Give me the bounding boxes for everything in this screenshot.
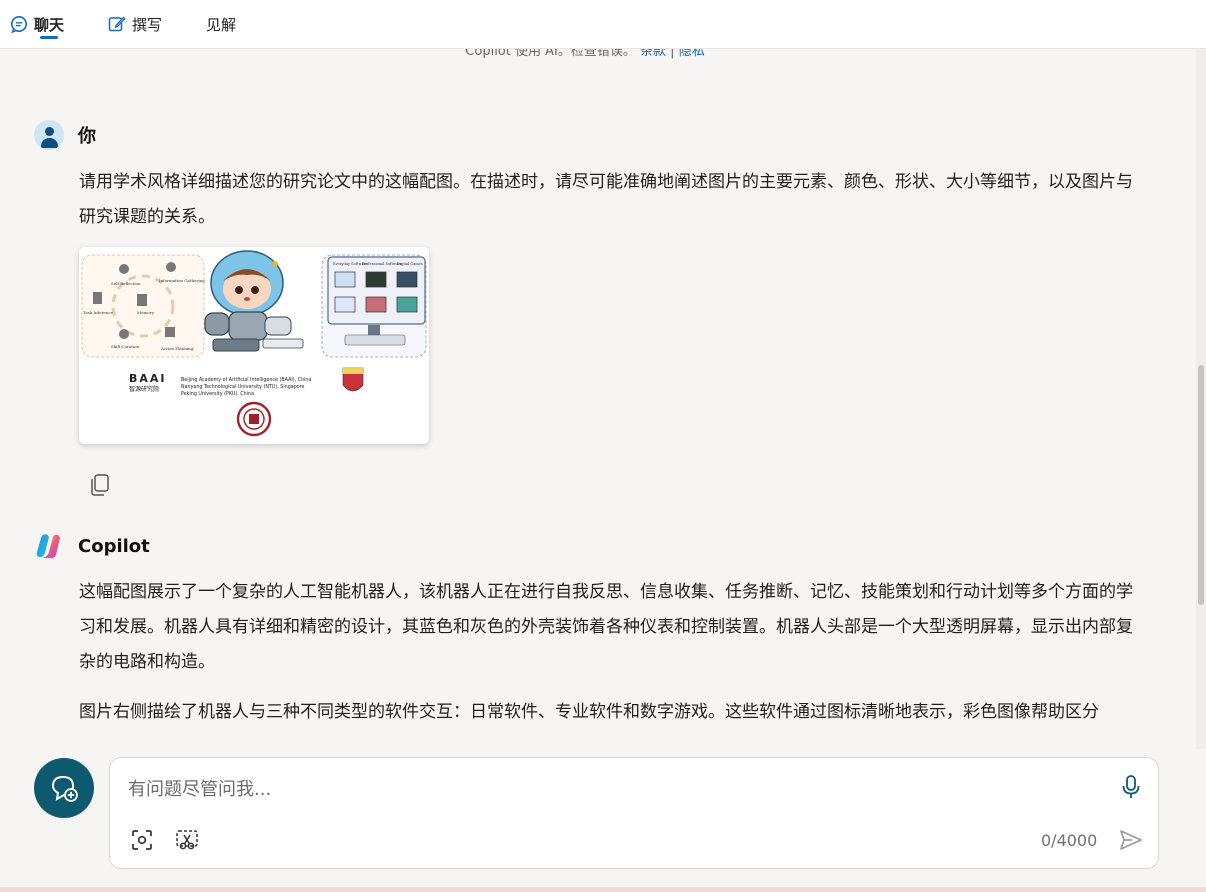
tab-insights-label: 见解 <box>206 15 237 34</box>
chat-scroll-area: Copilot 使用 AI。检查错误。 条款 | 隐私 你 请用学术风格详细描述… <box>0 49 1196 749</box>
user-speaker-name: 你 <box>78 126 96 147</box>
top-tab-bar: 聊天 撰写 见解 <box>0 0 1206 49</box>
copilot-message-paragraph: 图片右侧描绘了机器人与三种不同类型的软件交互：日常软件、专业软件和数字游戏。这些… <box>79 702 1099 722</box>
disclaimer-separator: | <box>670 49 675 59</box>
compose-icon <box>108 16 126 32</box>
tab-chat[interactable]: 聊天 <box>10 0 64 49</box>
baai-logo-subtext: 智源研究院 <box>129 385 159 393</box>
active-tab-indicator <box>40 35 58 39</box>
send-icon[interactable] <box>1119 829 1143 851</box>
copilot-speaker-name: Copilot <box>78 535 150 557</box>
figure-label-information-gathering: Information Gathering <box>159 278 205 283</box>
tab-compose-label: 撰写 <box>132 15 163 34</box>
new-chat-icon <box>51 775 78 802</box>
user-message-text: 请用学术风格详细描述您的研究论文中的这幅配图。在描述时，请尽可能准确地阐述图片的… <box>79 172 1133 227</box>
figure-label-professional-software: Professional Software <box>362 262 402 266</box>
character-counter: 0/4000 <box>1041 831 1098 850</box>
tab-chat-label: 聊天 <box>34 15 65 34</box>
pku-seal-icon <box>236 401 272 437</box>
figure-label-self-reflection: Self-Reflection <box>111 281 141 286</box>
copy-icon[interactable] <box>89 473 111 497</box>
ntu-crest-icon <box>342 367 364 392</box>
image-search-icon[interactable] <box>131 829 153 851</box>
figure-illustration: Self-Reflection Information Gathering Ta… <box>79 247 429 444</box>
copilot-speaker-header: Copilot <box>34 531 150 561</box>
baai-logo-text: BAAI <box>129 372 167 385</box>
figure-label-task-inference: Task Inference <box>83 310 114 315</box>
institution-baai: Beijing Academy of Artificial Intelligen… <box>181 377 311 383</box>
chat-input[interactable] <box>128 774 1088 804</box>
tab-insights[interactable]: 见解 <box>206 0 236 49</box>
disclaimer-text: Copilot 使用 AI。检查错误。 <box>465 49 636 59</box>
figure-label-skill-curation: Skill Curation <box>111 344 140 349</box>
copilot-message-paragraph: 这幅配图展示了一个复杂的人工智能机器人，该机器人正在进行自我反思、信息收集、任务… <box>79 582 1133 672</box>
disclaimer: Copilot 使用 AI。检查错误。 条款 | 隐私 <box>0 49 1170 59</box>
scrollbar-thumb[interactable] <box>1198 365 1204 605</box>
figure-label-digital-games: Digital Games <box>397 262 423 266</box>
screenshot-snip-icon[interactable] <box>175 829 199 851</box>
institution-ntu: Nanyang Technological University (NTU), … <box>181 384 305 390</box>
figure-label-memory: Memory <box>137 310 155 315</box>
chat-input-box: 0/4000 <box>109 757 1159 869</box>
institution-pku: Peking University (PKU), China <box>181 391 254 397</box>
privacy-link[interactable]: 隐私 <box>679 49 705 59</box>
figure-label-action-planning: Action Planning <box>160 346 194 351</box>
user-speaker-header: 你 <box>34 120 96 150</box>
bottom-edge <box>0 887 1206 892</box>
new-topic-button[interactable] <box>34 758 94 818</box>
user-avatar-icon <box>34 120 64 150</box>
attached-figure-image[interactable]: Self-Reflection Information Gathering Ta… <box>79 247 429 444</box>
copilot-logo-icon <box>36 534 60 559</box>
tab-compose[interactable]: 撰写 <box>108 0 162 49</box>
chat-icon <box>11 16 27 33</box>
microphone-icon[interactable] <box>1121 774 1141 800</box>
terms-link[interactable]: 条款 <box>640 49 666 59</box>
